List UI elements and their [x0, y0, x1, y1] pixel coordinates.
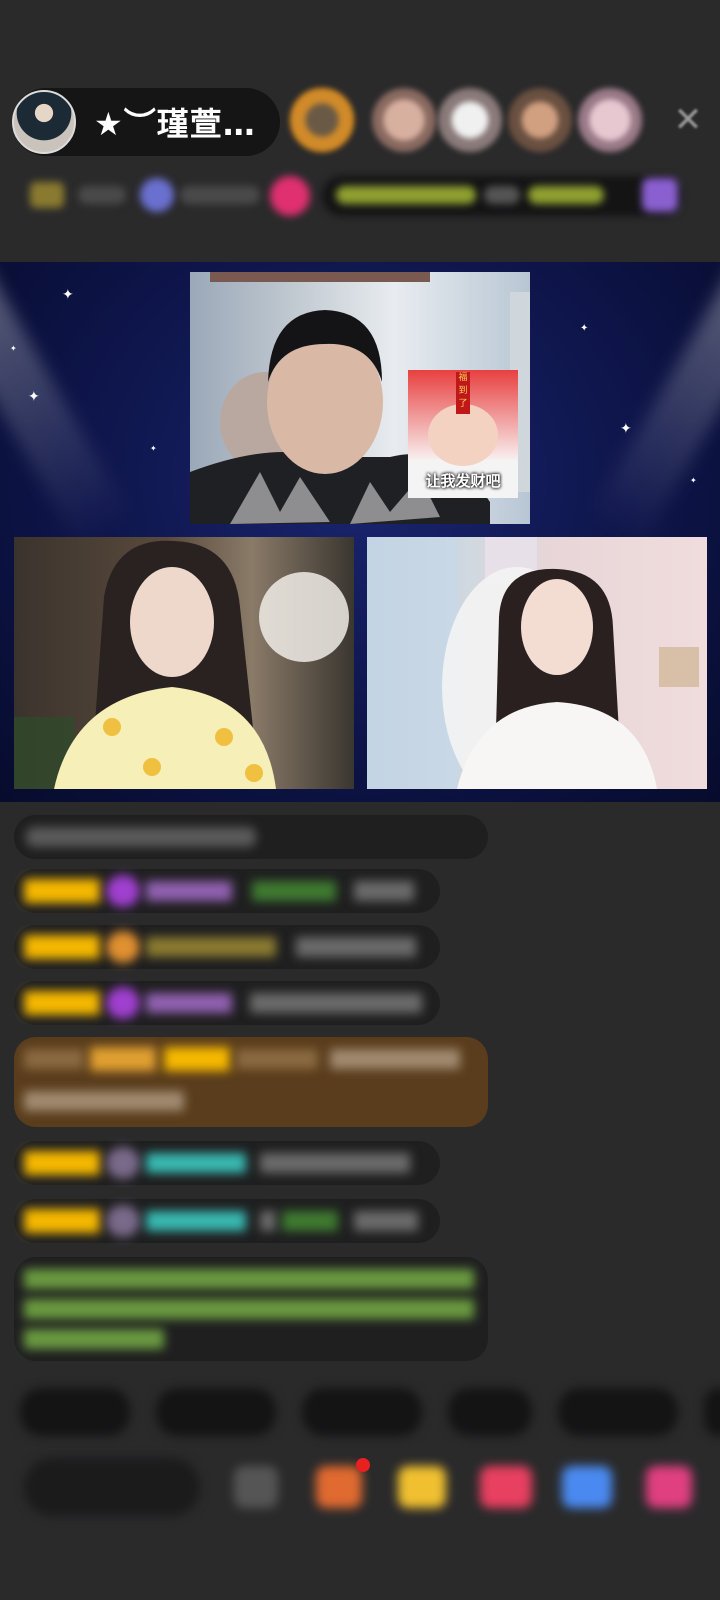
quick-reply-chip[interactable] [704, 1388, 720, 1436]
sticker-caption: 让我发财吧 [425, 472, 501, 490]
star-decoration: ✦ [62, 287, 74, 303]
quick-reply-chip[interactable] [20, 1388, 130, 1436]
baby-sticker: 福 到 了 让我发财吧 [408, 370, 518, 498]
star-decoration: ✦ [580, 323, 589, 334]
emoji-icon[interactable] [234, 1466, 278, 1508]
stats-row [0, 170, 720, 220]
video-tile-guest-right[interactable] [367, 537, 707, 789]
game-controller-icon[interactable] [562, 1466, 612, 1508]
host-avatar[interactable] [12, 90, 76, 154]
chat-list[interactable] [0, 815, 720, 1361]
viewer-avatar[interactable] [438, 88, 502, 152]
quick-reply-chip[interactable] [302, 1388, 422, 1436]
person-silhouette [14, 540, 349, 789]
chat-message [14, 815, 488, 859]
viewer-avatar[interactable] [290, 88, 354, 152]
star-decoration: ✦ [620, 421, 632, 437]
system-notice [14, 1257, 488, 1361]
close-icon[interactable]: ✕ [668, 100, 708, 140]
star-decoration: ✦ [690, 476, 697, 485]
gift-icon[interactable] [646, 1466, 692, 1508]
video-tile-host[interactable]: 福 到 了 让我发财吧 [190, 272, 530, 524]
sticker-tag: 福 到 了 [456, 372, 470, 414]
quick-reply-chip[interactable] [156, 1388, 276, 1436]
gift-box-icon[interactable] [316, 1466, 362, 1508]
host-info-pill[interactable]: ★︶瑾萱… [12, 88, 280, 156]
viewer-avatar[interactable] [508, 88, 572, 152]
star-decoration: ✦ [10, 344, 17, 353]
host-name: ★︶瑾萱… [94, 105, 256, 143]
video-tile-guest-left[interactable] [14, 537, 354, 789]
comment-input[interactable] [24, 1458, 200, 1516]
chat-message [14, 925, 440, 969]
notification-dot [356, 1458, 370, 1472]
person-silhouette [367, 537, 699, 789]
viewer-avatar[interactable] [372, 88, 436, 152]
quick-reply-bar [0, 1388, 720, 1436]
chat-message [14, 981, 440, 1025]
star-decoration: ✦ [28, 389, 40, 405]
chat-message [14, 1199, 440, 1243]
bottom-toolbar [0, 1452, 720, 1522]
pk-icon[interactable] [480, 1466, 532, 1508]
quick-reply-chip[interactable] [558, 1388, 678, 1436]
treasure-icon[interactable] [398, 1466, 446, 1508]
star-decoration: ✦ [150, 444, 157, 453]
chat-message [14, 1141, 440, 1185]
video-stage: ✦ ✦ ✦ ✦ ✦ ✦ ✦ 福 到 了 让我发财吧 [0, 262, 720, 802]
chat-message [14, 869, 440, 913]
chat-message-highlight [14, 1037, 488, 1127]
viewer-avatar[interactable] [578, 88, 642, 152]
quick-reply-chip[interactable] [448, 1388, 532, 1436]
